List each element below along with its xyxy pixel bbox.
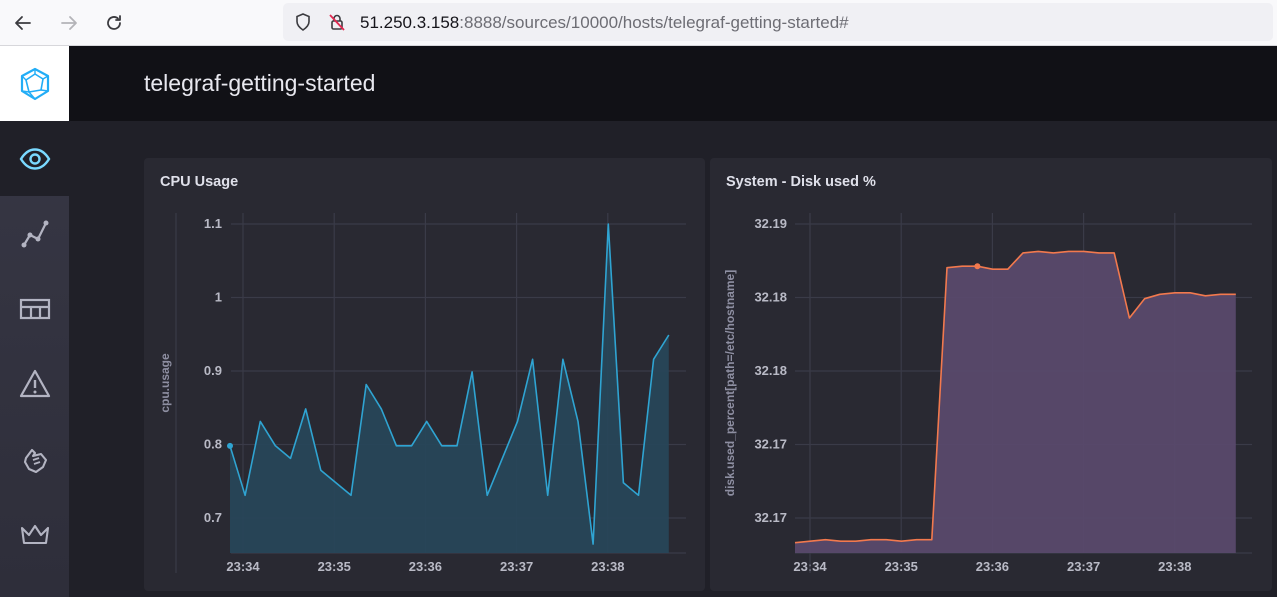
page-header: telegraf-getting-started [69,46,1277,121]
reload-button[interactable] [99,8,129,38]
graph-icon [21,220,48,247]
hover-marker [227,442,233,449]
shield-icon[interactable] [293,12,313,32]
browser-toolbar: 51.250.3.158:8888/sources/10000/hosts/te… [0,0,1277,46]
alert-icon [19,369,50,397]
sidebar-item-dashboards[interactable] [0,271,69,346]
url-host: 51.250.3.158 [360,13,460,32]
page-title: telegraf-getting-started [144,70,376,96]
x-tick-label: 23:37 [500,559,533,574]
y-tick-label: 32.17 [754,510,787,525]
x-tick-label: 23:38 [1158,559,1191,574]
back-button[interactable] [8,8,38,38]
x-tick-label: 23:35 [318,559,351,574]
disk-used-chart[interactable]: 32.1732.1732.1832.1832.1923:34 23:35 23:36… [710,158,1272,591]
logo[interactable] [0,46,69,121]
reload-icon [107,15,121,30]
sidebar [0,46,69,597]
series-area [795,251,1236,553]
y-axis-label: cpu.usage [158,353,172,413]
x-tick-label: 23:36 [409,559,442,574]
back-arrow-icon [15,16,31,30]
x-tick-label: 23:38 [591,559,624,574]
y-tick-label: 0.8 [204,437,222,452]
disk-used-panel: System - Disk used % 32.17 32.17 32.18 32.1… [710,158,1272,591]
sidebar-item-host-list[interactable] [0,121,69,196]
insecure-lock-icon[interactable] [327,12,347,32]
y-tick-label: 0.7 [204,510,222,525]
x-tick-label: 23:37 [1067,559,1100,574]
y-axis-label: disk.used_percent[path=/etc/hostname] [723,270,737,496]
sidebar-item-data-explorer[interactable] [0,196,69,271]
eye-icon [19,147,50,170]
crown-icon [20,524,49,544]
x-tick-label: 23:34 [226,559,260,574]
y-tick-label: 32.17 [754,437,787,452]
x-tick-label: 23:36 [976,559,1009,574]
y-tick-label: 32.19 [754,216,787,231]
forward-arrow-icon [61,16,77,30]
sidebar-item-admin[interactable] [0,496,69,571]
y-tick-label: 32.18 [754,290,787,305]
url-path: :8888/sources/10000/hosts/telegraf-getti… [459,13,849,32]
sidebar-item-log-viewer[interactable] [0,421,69,496]
x-tick-label: 23:35 [885,559,918,574]
hand-icon [23,448,47,473]
hover-marker [974,263,981,270]
y-tick-label: 0.9 [204,363,222,378]
y-tick-label: 1 [215,290,222,305]
series-area [230,224,669,553]
forward-button[interactable] [54,8,84,38]
dashboard-icon [19,298,50,319]
chronograf-logo-icon [20,67,49,100]
y-tick-label: 32.18 [754,363,787,378]
address-bar[interactable]: 51.250.3.158:8888/sources/10000/hosts/te… [283,3,1273,41]
cpu-usage-chart[interactable]: 0.7 0.8 0.9 1 1.1 23:34 23:35 23:36 23:37 23:38 cp… [144,158,705,591]
sidebar-item-alerting[interactable] [0,346,69,421]
url-text: 51.250.3.158:8888/sources/10000/hosts/te… [360,13,849,33]
cpu-usage-panel: CPU Usage 0.7 0.8 0.9 1 1.1 23:34 23:35 23:36 23… [144,158,705,591]
y-tick-label: 1.1 [204,216,222,231]
